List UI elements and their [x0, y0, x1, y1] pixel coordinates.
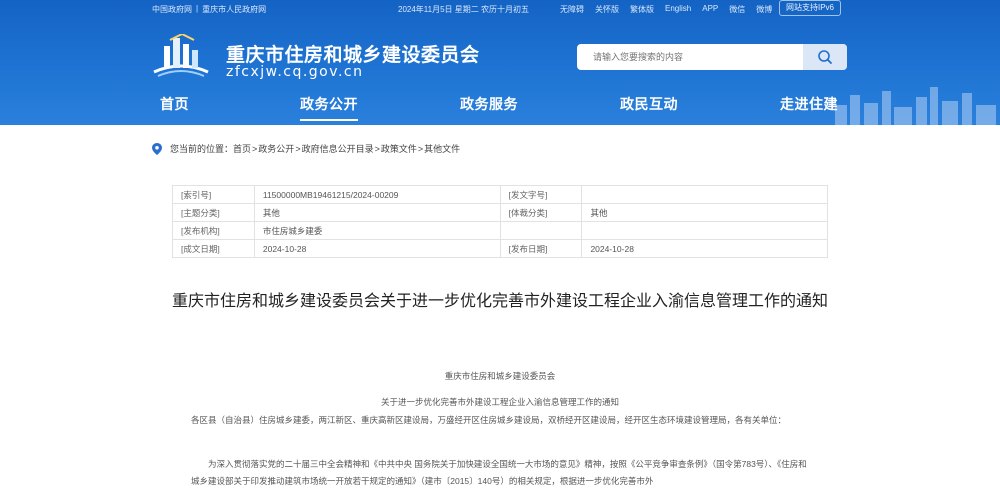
breadcrumb: 您当前的位置： 首页 > 政务公开 > 政府信息公开目录 > 政策文件 > 其他文件	[152, 142, 460, 155]
meta-value	[581, 221, 828, 240]
link-wechat[interactable]: 微信	[729, 4, 745, 15]
nav-gov-services[interactable]: 政务服务	[460, 94, 518, 114]
table-row: [主题分类] 其他 [体裁分类] 其他	[172, 203, 828, 222]
nav-gov-affairs-open[interactable]: 政务公开	[300, 94, 358, 121]
document-meta-table: [索引号] 11500000MB19461215/2024-00209 [发文字…	[172, 185, 828, 258]
gov-link-chongqing[interactable]: 重庆市人民政府网	[202, 4, 266, 15]
meta-key: [体裁分类]	[499, 203, 583, 222]
breadcrumb-other-docs[interactable]: 其他文件	[424, 142, 460, 155]
meta-value: 市住房城乡建委	[253, 221, 501, 240]
search-input[interactable]	[577, 44, 807, 70]
nav-interaction[interactable]: 政民互动	[620, 94, 678, 114]
breadcrumb-info-catalog[interactable]: 政府信息公开目录	[302, 142, 374, 155]
meta-value: 2024-10-28	[581, 239, 828, 258]
article-subtitle: 关于进一步优化完善市外建设工程企业入渝信息管理工作的通知	[380, 397, 619, 407]
article-paragraph: 为深入贯彻落实党的二十届三中全会精神和《中共中央 国务院关于加快建设全国统一大市…	[191, 459, 807, 486]
table-row: [索引号] 11500000MB19461215/2024-00209 [发文字…	[172, 185, 828, 204]
link-care-mode[interactable]: 关怀版	[595, 4, 619, 15]
meta-value: 11500000MB19461215/2024-00209	[253, 185, 501, 204]
meta-key: [发布日期]	[499, 239, 583, 258]
link-weibo[interactable]: 微博	[756, 4, 772, 15]
top-utility-bar: 中国政府网 | 重庆市人民政府网 2024年11月5日 星期二 农历十月初五 无…	[0, 0, 1000, 18]
meta-key	[499, 221, 583, 240]
table-row: [发布机构] 市住房城乡建委	[172, 221, 828, 240]
site-header: 中国政府网 | 重庆市人民政府网 2024年11月5日 星期二 农历十月初五 无…	[0, 0, 1000, 125]
meta-key: [成文日期]	[172, 239, 255, 258]
meta-key: [索引号]	[172, 185, 255, 204]
search-box	[577, 44, 847, 70]
main-nav: 首页 政务公开 政务服务 政民互动 走进住建	[0, 92, 1000, 121]
current-date: 2024年11月5日 星期二 农历十月初五	[398, 5, 529, 14]
link-traditional[interactable]: 繁体版	[630, 4, 654, 15]
breadcrumb-gov-open[interactable]: 政务公开	[258, 142, 294, 155]
site-domain: zfcxjw.cq.gov.cn	[226, 64, 364, 80]
meta-key: [主题分类]	[172, 203, 255, 222]
search-button[interactable]	[803, 44, 847, 70]
link-app[interactable]: APP	[702, 4, 718, 15]
accessibility-links: 无障碍 关怀版 繁体版 English APP 微信 微博	[560, 4, 772, 15]
nav-home[interactable]: 首页	[160, 94, 189, 114]
nav-about[interactable]: 走进住建	[780, 94, 838, 114]
breadcrumb-label: 您当前的位置：	[170, 144, 234, 154]
site-title: 重庆市住房和城乡建设委员会	[226, 45, 480, 66]
search-icon	[818, 50, 832, 64]
meta-value	[581, 185, 828, 204]
breadcrumb-home[interactable]: 首页	[233, 142, 251, 155]
breadcrumb-policy-docs[interactable]: 政策文件	[381, 142, 417, 155]
meta-value: 其他	[253, 203, 501, 222]
article-issuer: 重庆市住房和城乡建设委员会	[444, 371, 556, 381]
meta-value: 2024-10-28	[253, 239, 501, 258]
location-pin-icon	[152, 142, 162, 155]
article-paragraph: 各区县（自治县）住房城乡建委，两江新区、重庆高新区建设局，万盛经开区住房城乡建设…	[191, 415, 787, 425]
site-logo-icon[interactable]	[152, 34, 210, 78]
gov-link-central[interactable]: 中国政府网	[152, 4, 192, 15]
table-row: [成文日期] 2024-10-28 [发布日期] 2024-10-28	[172, 239, 828, 258]
gov-links: 中国政府网 | 重庆市人民政府网	[152, 4, 267, 15]
meta-value: 其他	[581, 203, 828, 222]
meta-key: [发文字号]	[499, 185, 583, 204]
link-english[interactable]: English	[665, 4, 691, 15]
article-title: 重庆市住房和城乡建设委员会关于进一步优化完善市外建设工程企业入渝信息管理工作的通…	[171, 293, 828, 310]
link-accessibility[interactable]: 无障碍	[560, 4, 584, 15]
meta-key: [发布机构]	[172, 221, 255, 240]
ipv6-badge: 网站支持IPv6	[779, 0, 842, 16]
